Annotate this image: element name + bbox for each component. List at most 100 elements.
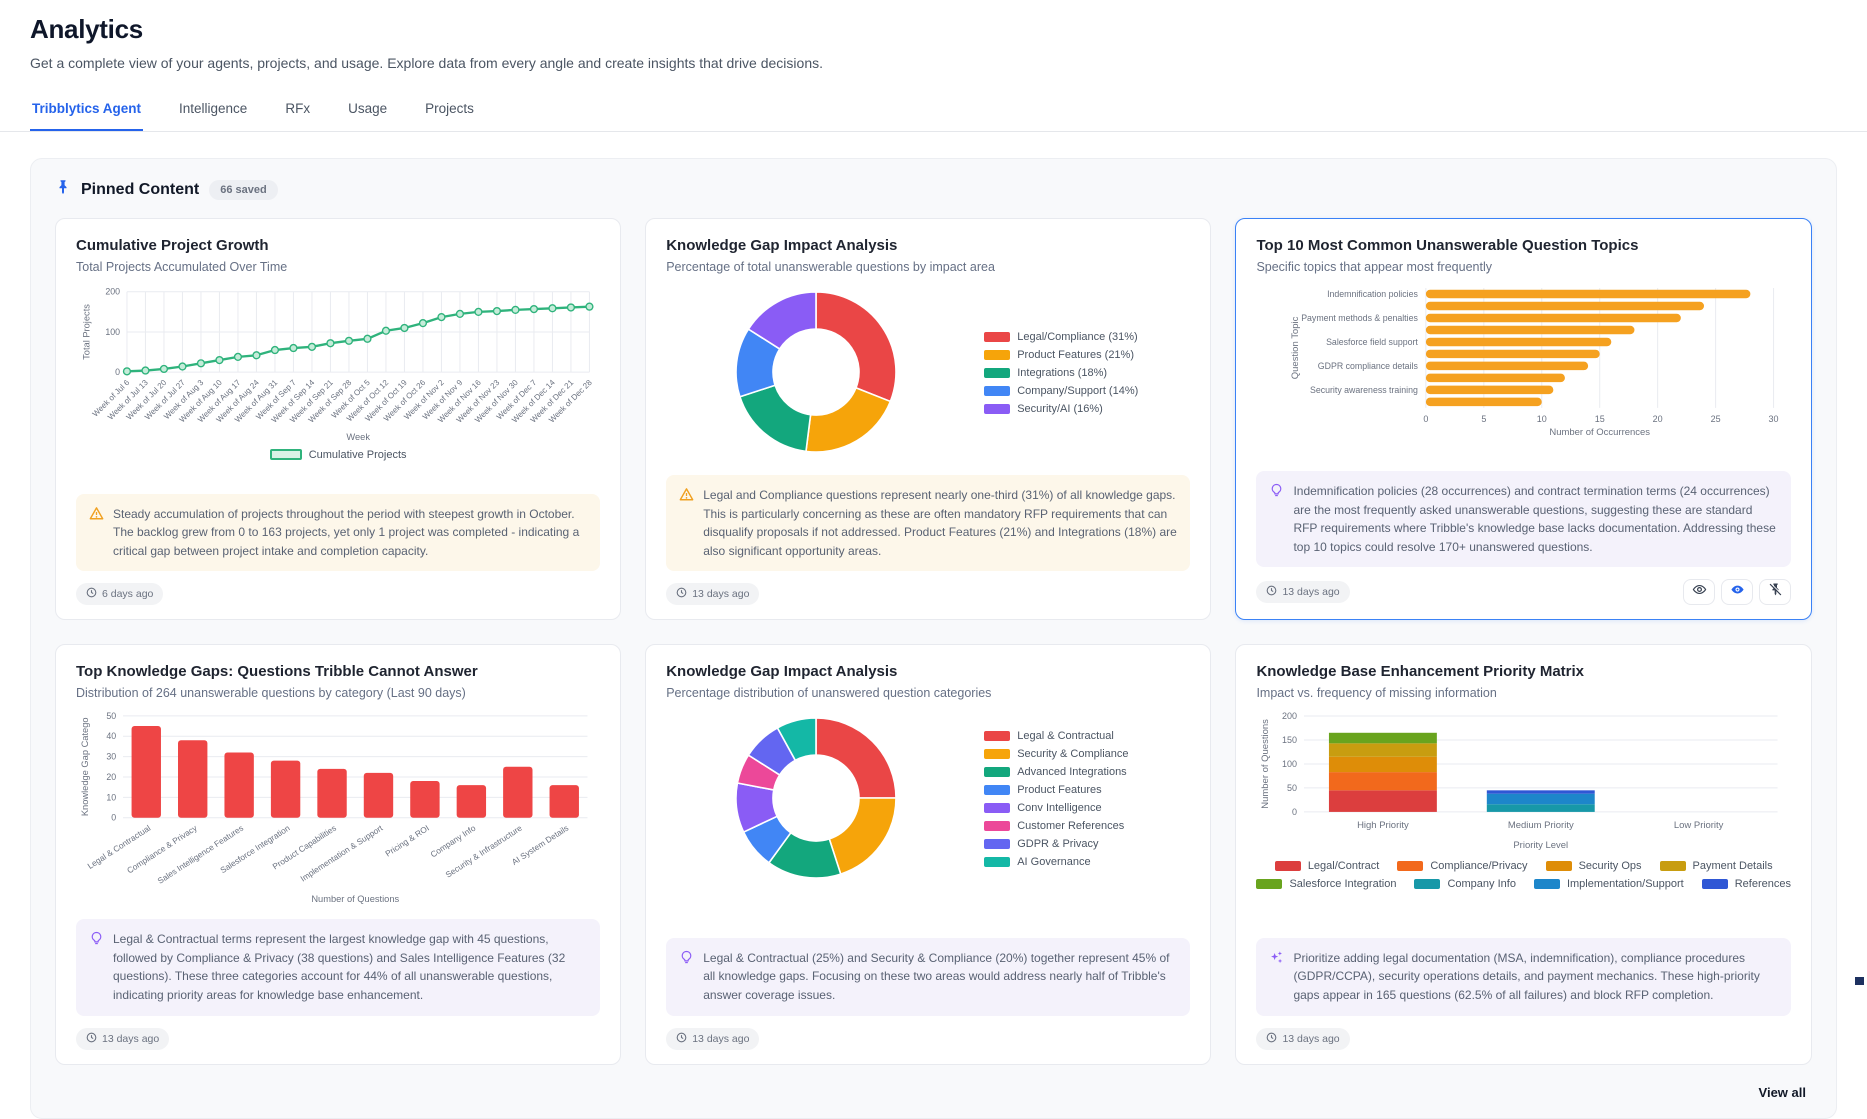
- warning-icon: [89, 506, 104, 561]
- view-button[interactable]: [1683, 579, 1715, 605]
- timestamp-text: 13 days ago: [692, 1033, 749, 1045]
- svg-text:10: 10: [1537, 414, 1547, 424]
- chart-legend: Legal & ContractualSecurity & Compliance…: [984, 730, 1128, 868]
- svg-text:200: 200: [1282, 711, 1297, 721]
- tab-intelligence[interactable]: Intelligence: [177, 95, 249, 131]
- svg-text:Indemnification policies: Indemnification policies: [1328, 289, 1419, 299]
- card-cumulative-project-growth[interactable]: Cumulative Project Growth Total Projects…: [55, 218, 621, 620]
- svg-text:200: 200: [105, 287, 120, 297]
- tab-rfx[interactable]: RFx: [283, 95, 312, 131]
- legend-item: References: [1702, 878, 1791, 890]
- card-title: Knowledge Base Enhancement Priority Matr…: [1256, 663, 1791, 680]
- card-knowledge-gap-impact-1[interactable]: Knowledge Gap Impact Analysis Percentage…: [645, 218, 1211, 620]
- legend-item: Security Ops: [1546, 860, 1642, 872]
- legend-item: Customer References: [984, 820, 1128, 832]
- pinned-content-panel: Pinned Content 66 saved Cumulative Proje…: [30, 158, 1837, 1119]
- legend-item: Implementation/Support: [1534, 878, 1684, 890]
- svg-text:Question Topic: Question Topic: [1290, 316, 1301, 379]
- card-subtitle: Distribution of 264 unanswerable questio…: [76, 686, 600, 700]
- svg-text:Priority Level: Priority Level: [1514, 840, 1569, 851]
- svg-text:25: 25: [1711, 414, 1721, 424]
- svg-text:Low Priority: Low Priority: [1674, 820, 1724, 831]
- card-title: Top 10 Most Common Unanswerable Question…: [1256, 237, 1791, 254]
- stacked-bar-chart: 050100150200High PriorityMedium Priority…: [1256, 708, 1791, 856]
- insight-box: Legal & Contractual (25%) and Security &…: [666, 938, 1190, 1016]
- svg-text:150: 150: [1282, 735, 1297, 745]
- card-subtitle: Specific topics that appear most frequen…: [1256, 260, 1791, 274]
- insight-box: Legal & Contractual terms represent the …: [76, 919, 600, 1015]
- svg-text:Security awareness training: Security awareness training: [1310, 385, 1418, 395]
- donut-chart: [666, 706, 966, 891]
- insight-text: Indemnification policies (28 occurrences…: [1293, 482, 1778, 556]
- donut-chart: [666, 280, 966, 465]
- legend-item: Company/Support (14%): [984, 385, 1138, 397]
- svg-text:Sales Intelligence Features: Sales Intelligence Features: [156, 823, 246, 886]
- svg-text:0: 0: [1292, 807, 1297, 817]
- timestamp-text: 6 days ago: [102, 588, 153, 600]
- bar-chart: 01020304050Legal & ContractualCompliance…: [76, 708, 600, 909]
- legend-item: Conv Intelligence: [984, 802, 1128, 814]
- legend-item: Product Features (21%): [984, 349, 1138, 361]
- legend-item: GDPR & Privacy: [984, 838, 1128, 850]
- insight-text: Legal & Contractual (25%) and Security &…: [703, 949, 1177, 1005]
- tab-tribblytics-agent[interactable]: Tribblytics Agent: [30, 95, 143, 131]
- card-top-10-unanswerable-topics[interactable]: Top 10 Most Common Unanswerable Question…: [1235, 218, 1812, 620]
- pinned-content-header: Pinned Content 66 saved: [55, 179, 1812, 200]
- eye-filled-icon: [1730, 582, 1745, 602]
- lightbulb-icon: [89, 931, 104, 1004]
- legend-item: Legal/Compliance (31%): [984, 331, 1138, 343]
- card-priority-matrix[interactable]: Knowledge Base Enhancement Priority Matr…: [1235, 644, 1812, 1064]
- card-knowledge-gap-impact-2[interactable]: Knowledge Gap Impact Analysis Percentage…: [645, 644, 1211, 1064]
- unpin-button[interactable]: [1759, 579, 1791, 605]
- page-title: Analytics: [30, 14, 1837, 45]
- explore-button[interactable]: [1721, 579, 1753, 605]
- insight-text: Steady accumulation of projects througho…: [113, 505, 587, 561]
- svg-text:Pricing & ROI: Pricing & ROI: [383, 823, 431, 859]
- insight-box: Prioritize adding legal documentation (M…: [1256, 938, 1791, 1016]
- card-title: Cumulative Project Growth: [76, 237, 600, 254]
- timestamp-badge: 13 days ago: [1256, 1028, 1349, 1050]
- timestamp-badge: 13 days ago: [666, 583, 759, 605]
- legend-item: Advanced Integrations: [984, 766, 1128, 778]
- tab-projects[interactable]: Projects: [423, 95, 476, 131]
- timestamp-text: 13 days ago: [692, 588, 749, 600]
- clock-icon: [86, 1032, 97, 1046]
- legend-item: Security & Compliance: [984, 748, 1128, 760]
- lightbulb-icon: [1269, 483, 1284, 556]
- legend-item: Cumulative Projects: [270, 449, 407, 461]
- legend-item: Salesforce Integration: [1256, 878, 1396, 890]
- lightbulb-icon: [679, 950, 694, 1005]
- svg-text:Number of Questions: Number of Questions: [311, 894, 399, 904]
- pin-off-icon: [1768, 582, 1783, 602]
- legend-item: Legal/Contract: [1275, 860, 1380, 872]
- card-title: Knowledge Gap Impact Analysis: [666, 663, 1190, 680]
- card-actions: [1683, 579, 1791, 605]
- view-all-link[interactable]: View all: [1759, 1085, 1806, 1100]
- insight-text: Prioritize adding legal documentation (M…: [1293, 949, 1778, 1005]
- donut-chart-row: Legal & ContractualSecurity & Compliance…: [666, 706, 1190, 891]
- svg-text:100: 100: [105, 327, 120, 337]
- svg-text:Salesforce field support: Salesforce field support: [1327, 337, 1419, 347]
- svg-text:Payment methods & penalties: Payment methods & penalties: [1302, 313, 1419, 323]
- horizontal-bar-chart: 051015202530Indemnification policiesPaym…: [1256, 282, 1791, 442]
- timestamp-text: 13 days ago: [102, 1033, 159, 1045]
- clock-icon: [86, 587, 97, 601]
- timestamp-text: 13 days ago: [1282, 586, 1339, 598]
- timestamp-text: 13 days ago: [1282, 1033, 1339, 1045]
- tab-usage[interactable]: Usage: [346, 95, 389, 131]
- svg-text:5: 5: [1482, 414, 1487, 424]
- svg-text:50: 50: [1287, 783, 1297, 793]
- pinned-cards-grid: Cumulative Project Growth Total Projects…: [55, 218, 1812, 1065]
- svg-text:100: 100: [1282, 759, 1297, 769]
- svg-text:Implementation & Support: Implementation & Support: [298, 823, 385, 884]
- svg-text:Week: Week: [346, 432, 370, 442]
- clock-icon: [1266, 1032, 1277, 1046]
- legend-item: Payment Details: [1660, 860, 1773, 872]
- timestamp-badge: 6 days ago: [76, 583, 163, 605]
- card-subtitle: Percentage of total unanswerable questio…: [666, 260, 1190, 274]
- insight-box: Legal and Compliance questions represent…: [666, 475, 1190, 571]
- card-top-knowledge-gaps[interactable]: Top Knowledge Gaps: Questions Tribble Ca…: [55, 644, 621, 1064]
- legend-item: Company Info: [1414, 878, 1515, 890]
- donut-chart-row: Legal/Compliance (31%) Product Features (…: [666, 280, 1190, 465]
- svg-text:0: 0: [111, 813, 116, 823]
